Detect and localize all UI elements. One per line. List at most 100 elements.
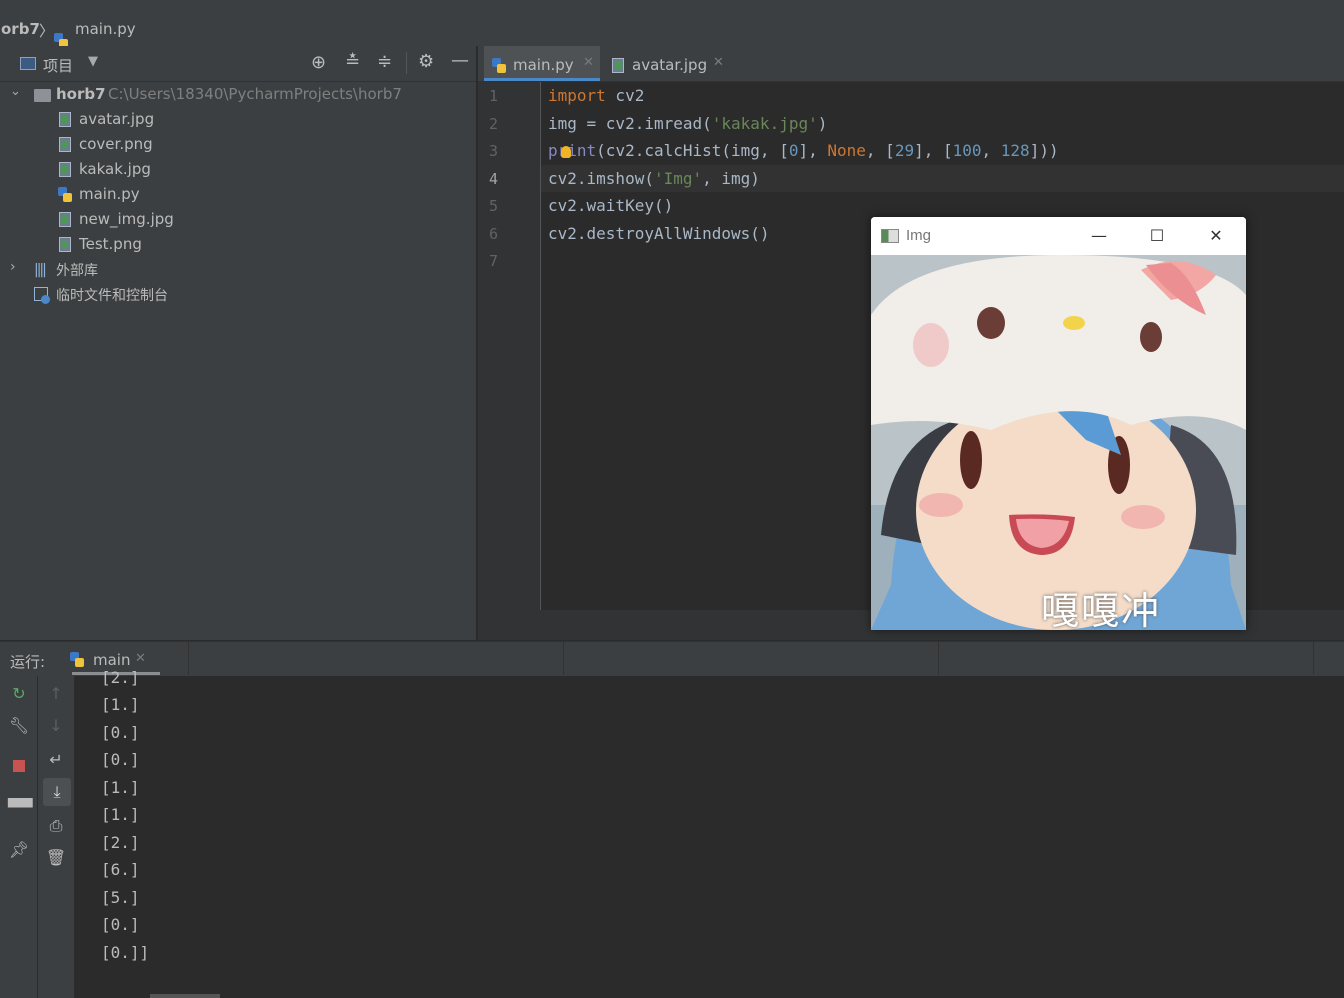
image-window-titlebar[interactable]: Img — ☐ ✕ (871, 217, 1246, 255)
console-line: [2.] (101, 668, 140, 687)
tab-avatar-jpg[interactable]: avatar.jpg ✕ (604, 46, 730, 81)
layout-icon[interactable]: ▀▀ (8, 798, 33, 817)
tree-file-test[interactable]: Test.png (0, 233, 476, 257)
code-line-6: cv2.destroyAllWindows() (548, 224, 770, 243)
pin-icon[interactable]: 📌︎ (8, 840, 30, 859)
panel-separator (188, 641, 189, 675)
gear-icon[interactable]: ⚙ (418, 51, 434, 72)
code-text: , img) (702, 169, 760, 188)
code-text: ])) (1029, 141, 1059, 160)
chevron-down-icon[interactable]: ⌄ (10, 84, 21, 99)
python-file-icon (70, 652, 84, 667)
line-number-current: 4 (488, 170, 498, 188)
code-text: , (981, 141, 1001, 160)
maximize-button[interactable]: ☐ (1137, 223, 1177, 249)
wrench-icon[interactable]: 🔧︎ (8, 716, 30, 735)
soft-wrap-icon[interactable]: ↵ (45, 750, 67, 769)
trash-icon[interactable]: 🗑︎ (45, 848, 67, 867)
library-icon: |||| (34, 262, 47, 278)
breadcrumb-file[interactable]: main.py (75, 20, 136, 38)
code-text: cv2.imshow( (548, 169, 654, 188)
menu-bar (0, 0, 1344, 12)
close-icon[interactable]: ✕ (583, 55, 594, 70)
line-number-gutter (478, 82, 540, 610)
hide-panel-icon[interactable]: — (451, 50, 469, 71)
close-icon[interactable]: ✕ (713, 55, 724, 70)
panel-separator (563, 641, 564, 675)
file-name: Test.png (79, 235, 142, 253)
image-file-icon (59, 162, 71, 177)
tree-file-new-img[interactable]: new_img.jpg (0, 208, 476, 232)
code-line-1: import cv2 (548, 86, 644, 105)
file-name: main.py (79, 185, 140, 203)
expand-all-icon[interactable]: ≛ (345, 51, 360, 72)
number-literal: 100 (952, 141, 982, 160)
image-file-icon (59, 137, 71, 152)
tab-label: avatar.jpg (632, 56, 708, 74)
clock-badge-icon (41, 295, 50, 304)
minimize-button[interactable]: — (1079, 223, 1119, 249)
code-text: ) (817, 114, 828, 133)
line-number: 1 (488, 87, 498, 105)
folder-icon (34, 89, 51, 102)
string-literal: 'kakak.jpg' (711, 114, 818, 133)
code-text: img = cv2.imread( (548, 114, 712, 133)
line-number: 7 (488, 252, 498, 270)
close-icon[interactable]: ✕ (135, 651, 146, 666)
print-icon[interactable]: ⎙ (45, 816, 67, 836)
image-file-icon (59, 112, 71, 127)
console-line: [1.] (101, 778, 140, 797)
code-line-5: cv2.waitKey() (548, 196, 674, 215)
root-folder-path: C:\Users\18340\PycharmProjects\horb7 (108, 85, 402, 103)
string-literal: 'Img' (653, 169, 703, 188)
console-line: [2.] (101, 833, 140, 852)
line-number: 5 (488, 197, 498, 215)
scratches-label: 临时文件和控制台 (56, 288, 168, 304)
tree-file-kakak[interactable]: kakak.jpg (0, 158, 476, 182)
console-line: [0.] (101, 750, 140, 769)
locate-icon[interactable]: ⊕ (311, 52, 326, 73)
intention-bulb-icon[interactable] (561, 146, 571, 158)
tree-external-libraries[interactable]: › |||| 外部库 (0, 258, 476, 282)
editor-tabs: main.py ✕ avatar.jpg ✕ (478, 46, 1344, 82)
horizontal-scrollbar[interactable] (150, 994, 220, 998)
breadcrumb-separator: 〉 (39, 22, 55, 40)
breadcrumb-project[interactable]: orb7 (1, 20, 40, 38)
tree-root-folder[interactable]: ⌄ horb7 C:\Users\18340\PycharmProjects\h… (0, 83, 476, 107)
project-tree: ⌄ horb7 C:\Users\18340\PycharmProjects\h… (0, 82, 476, 640)
collapse-all-icon[interactable]: ≑ (377, 51, 392, 72)
arrow-down-icon[interactable]: ↓ (45, 716, 67, 735)
tab-main-py[interactable]: main.py ✕ (484, 46, 600, 81)
image-window[interactable]: Img — ☐ ✕ 嘎嘎冲 (871, 217, 1246, 630)
code-text: ], [ (914, 141, 953, 160)
code-line-4: cv2.imshow('Img', img) (548, 169, 760, 188)
tree-scratches[interactable]: 临时文件和控制台 (0, 283, 476, 307)
chevron-right-icon[interactable]: › (10, 259, 16, 275)
tree-file-avatar[interactable]: avatar.jpg (0, 108, 476, 132)
image-window-title: Img (906, 227, 932, 244)
file-name: new_img.jpg (79, 210, 174, 228)
console-line: [0.] (101, 723, 140, 742)
console-line: [0.]] (101, 943, 150, 962)
run-panel-header: 运行: main ✕ (0, 641, 1344, 677)
arrow-up-icon[interactable]: ↑ (45, 684, 67, 703)
code-text: (cv2.calcHist(img, [ (596, 141, 789, 160)
rerun-icon[interactable]: ↻ (8, 684, 30, 703)
console-output[interactable] (75, 676, 1344, 994)
close-button[interactable]: ✕ (1196, 223, 1236, 249)
image-file-icon (59, 237, 71, 252)
chevron-down-icon[interactable]: ▼ (88, 54, 98, 69)
run-tab-label: main (93, 651, 131, 669)
project-panel-title[interactable]: 项目 (43, 55, 73, 76)
tree-file-cover[interactable]: cover.png (0, 133, 476, 157)
stop-icon[interactable] (13, 760, 25, 772)
python-file-icon (58, 187, 72, 202)
number-literal: 29 (894, 141, 915, 160)
console-line: [5.] (101, 888, 140, 907)
line-number: 3 (488, 142, 498, 160)
image-caption: 嘎嘎冲 (1041, 589, 1162, 630)
console-line: [1.] (101, 805, 140, 824)
tree-file-main[interactable]: main.py (0, 183, 476, 207)
tab-label: main.py (513, 56, 574, 74)
code-line-2: img = cv2.imread('kakak.jpg') (548, 114, 827, 133)
